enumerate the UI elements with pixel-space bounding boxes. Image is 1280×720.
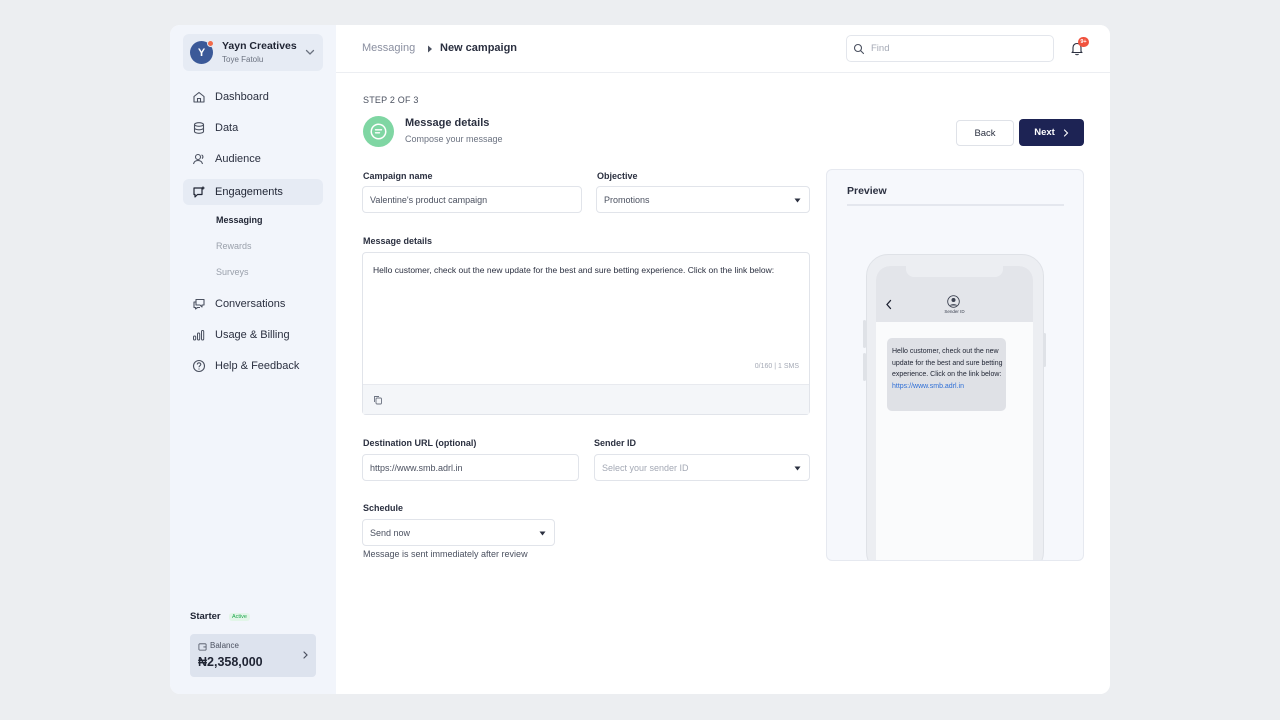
message-step-icon — [363, 116, 394, 147]
message-label: Message details — [363, 236, 433, 246]
message-text: Hello customer, check out the new update… — [373, 265, 775, 275]
sidebar-item-dashboard[interactable]: Dashboard — [183, 84, 323, 110]
sidebar-item-label: Data — [215, 122, 239, 134]
copy-icon[interactable] — [373, 395, 383, 405]
step-indicator: STEP 2 OF 3 — [363, 95, 419, 105]
next-button[interactable]: Next — [1019, 119, 1084, 146]
message-preview: Hello customer, check out the new update… — [892, 346, 1004, 392]
message-preview-text: Hello customer, check out the new update… — [892, 348, 1003, 379]
sidebar: Y Yayn Creatives Toye Fatolu Dashboard D… — [170, 25, 336, 694]
balance-value: ₦2,358,000 — [198, 655, 263, 669]
back-button[interactable]: Back — [956, 120, 1014, 146]
conversations-icon — [193, 298, 205, 310]
step-subtitle: Compose your message — [405, 134, 503, 144]
sidebar-item-engagements[interactable]: Engagements — [183, 179, 323, 205]
account-name: Yayn Creatives — [222, 40, 297, 52]
phone-mockup: Sender ID Hello customer, check out the … — [866, 254, 1044, 560]
character-counter: 0/160 | 1 SMS — [754, 363, 799, 370]
sidebar-subitem-surveys[interactable]: Surveys — [216, 267, 249, 277]
account-switcher[interactable]: Y Yayn Creatives Toye Fatolu — [183, 34, 323, 71]
balance-label: Balance — [210, 641, 239, 650]
user-avatar-icon — [947, 295, 960, 308]
phone-header: Sender ID — [876, 266, 1033, 322]
sender-id-text: Sender ID — [944, 309, 965, 314]
sidebar-item-label: Conversations — [215, 298, 286, 310]
balance-card[interactable]: Balance ₦2,358,000 — [190, 634, 316, 677]
message-toolbar — [363, 384, 809, 414]
database-icon — [193, 122, 205, 134]
sender-id-placeholder: Select your sender ID — [602, 463, 689, 473]
caret-down-icon — [794, 466, 801, 471]
sidebar-subitem-rewards[interactable]: Rewards — [216, 241, 252, 251]
destination-url-value: https://www.smb.adrl.in — [370, 463, 463, 473]
wallet-icon — [198, 643, 207, 651]
sidebar-item-data[interactable]: Data — [183, 115, 323, 141]
account-user: Toye Fatolu — [222, 55, 264, 64]
caret-right-icon — [428, 45, 432, 53]
caret-down-icon — [794, 198, 801, 203]
objective-select[interactable]: Promotions — [596, 186, 810, 213]
status-badge: Active — [229, 613, 250, 621]
chat-icon — [193, 186, 205, 198]
users-icon — [192, 153, 204, 165]
preview-title: Preview — [847, 185, 887, 197]
schedule-select[interactable]: Send now — [362, 519, 555, 546]
sidebar-item-label: Audience — [215, 153, 261, 165]
destination-url-field[interactable]: https://www.smb.adrl.in — [362, 454, 579, 481]
topbar: Messaging New campaign 9+ — [336, 25, 1110, 73]
app-window: Y Yayn Creatives Toye Fatolu Dashboard D… — [170, 25, 1110, 694]
message-preview-link: https://www.smb.adrl.in — [892, 382, 964, 390]
home-icon — [193, 91, 205, 103]
sidebar-item-label: Engagements — [215, 186, 283, 198]
message-bubble: Hello customer, check out the new update… — [887, 338, 1006, 411]
sidebar-subitem-messaging[interactable]: Messaging — [216, 215, 263, 225]
status-dot — [207, 40, 214, 47]
caret-down-icon — [539, 531, 546, 536]
message-textarea[interactable]: Hello customer, check out the new update… — [362, 252, 810, 415]
divider — [847, 204, 1064, 206]
sidebar-item-help-feedback[interactable]: Help & Feedback — [183, 353, 323, 379]
search-input[interactable] — [871, 40, 1046, 57]
phone-notch — [906, 266, 1003, 277]
schedule-value: Send now — [370, 528, 411, 538]
preview-panel: Preview Sender ID Hello customer, check … — [826, 169, 1084, 561]
sender-id-label: Sender ID — [594, 438, 637, 448]
schedule-hint: Message is sent immediately after review — [363, 549, 528, 559]
objective-value: Promotions — [604, 195, 650, 205]
search-box[interactable] — [846, 35, 1054, 62]
chevron-down-icon — [305, 49, 315, 55]
breadcrumb-parent[interactable]: Messaging — [362, 42, 415, 54]
destination-url-label: Destination URL (optional) — [363, 438, 477, 448]
help-icon — [192, 359, 206, 373]
bar-chart-icon — [193, 330, 205, 341]
sidebar-item-label: Usage & Billing — [215, 329, 290, 341]
sender-id-select[interactable]: Select your sender ID — [594, 454, 810, 481]
search-icon — [853, 43, 865, 55]
objective-label: Objective — [597, 171, 638, 181]
sidebar-item-label: Help & Feedback — [215, 360, 300, 372]
chevron-right-icon — [303, 651, 308, 659]
breadcrumb-current: New campaign — [440, 42, 518, 54]
sidebar-item-audience[interactable]: Audience — [183, 146, 323, 172]
sidebar-item-usage-billing[interactable]: Usage & Billing — [183, 322, 323, 348]
plan-name: Starter — [190, 611, 221, 622]
campaign-name-value: Valentine's product campaign — [370, 195, 488, 205]
chevron-right-icon — [1063, 128, 1069, 137]
sidebar-item-label: Dashboard — [215, 91, 269, 103]
next-button-label: Next — [1034, 127, 1055, 138]
campaign-name-label: Campaign name — [363, 171, 433, 181]
campaign-name-field[interactable]: Valentine's product campaign — [362, 186, 582, 213]
main-content: Messaging New campaign 9+ STEP 2 OF 3 Me… — [336, 25, 1110, 694]
schedule-label: Schedule — [363, 503, 404, 513]
step-title: Message details — [405, 117, 490, 129]
notification-badge: 9+ — [1078, 37, 1089, 47]
sidebar-item-conversations[interactable]: Conversations — [183, 291, 323, 317]
phone-screen: Sender ID Hello customer, check out the … — [876, 266, 1033, 560]
